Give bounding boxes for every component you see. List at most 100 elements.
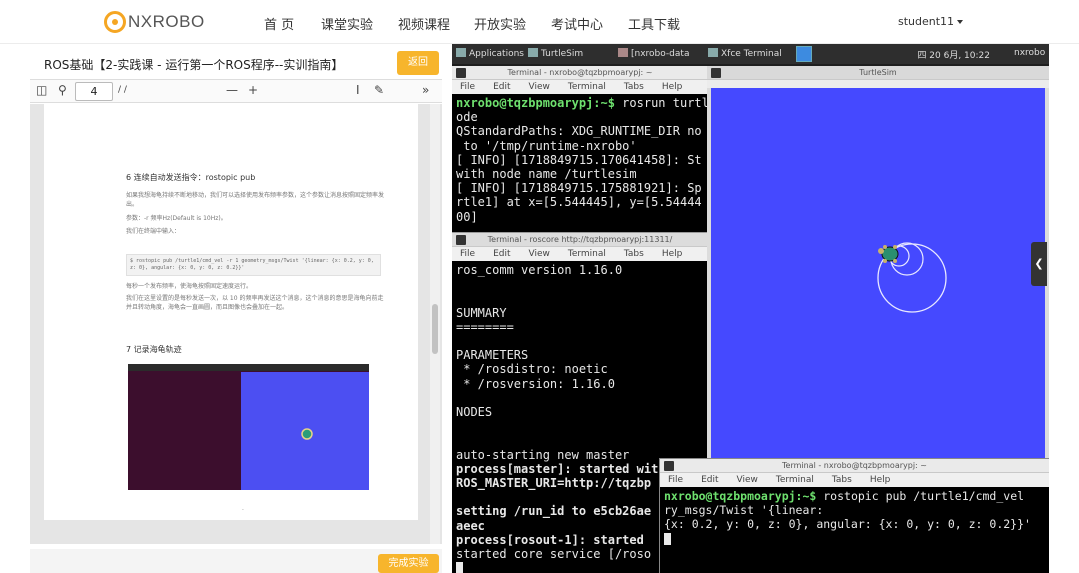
- collapse-left-arrow-icon[interactable]: ❮: [1031, 242, 1047, 286]
- applications-menu[interactable]: Applications: [456, 48, 524, 59]
- doc-screenshot-turtlesim: [241, 372, 369, 490]
- terminal-menubar: File Edit View Terminal Tabs Help: [660, 473, 1049, 487]
- menu-edit[interactable]: Edit: [701, 475, 718, 485]
- page-number-input[interactable]: 4: [75, 82, 113, 101]
- menu-tabs[interactable]: Tabs: [624, 249, 644, 259]
- menu-help[interactable]: Help: [662, 249, 683, 259]
- pen-icon[interactable]: ✎: [374, 83, 384, 97]
- turtle-icon: [878, 245, 899, 263]
- menu-edit[interactable]: Edit: [493, 249, 510, 259]
- terminal-window-rosrun[interactable]: Terminal - nxrobo@tqzbpmoarypj: ~ File Ed…: [452, 66, 708, 234]
- nav-exam-center[interactable]: 考试中心: [551, 14, 603, 33]
- window-titlebar[interactable]: Terminal - roscore http://tqzbpmoarypj:1…: [452, 233, 708, 247]
- menu-terminal[interactable]: Terminal: [568, 249, 606, 259]
- output-line: [ INFO] [1718849715.175881921]: Sp: [456, 181, 702, 196]
- output-line: with node name /turtlesim: [456, 167, 637, 182]
- panel-clock: 四 20 6月, 10:22: [917, 51, 990, 61]
- output-line: * /rosversion: 1.16.0: [456, 376, 615, 391]
- finish-experiment-button[interactable]: 完成实验: [378, 554, 439, 573]
- terminal-output[interactable]: nxrobo@tqzbpmoarypj:~$ rosrun turtl ode …: [452, 94, 708, 234]
- output-line: ROS_MASTER_URI=http://tqzbp: [456, 476, 652, 491]
- output-line: auto-starting new master: [456, 447, 630, 462]
- nav-class-experiments[interactable]: 课堂实验: [321, 14, 373, 33]
- pdf-toolbar: ◫ ⚲ 4 / / — + I ✎ »: [30, 79, 442, 103]
- terminal-output[interactable]: nxrobo@tqzbpmoarypj:~$ rostopic pub /tur…: [660, 487, 1049, 573]
- output-line: ========: [456, 319, 514, 334]
- output-line: {x: 0.2, y: 0, z: 0}, angular: {x: 0, y:…: [664, 517, 1031, 532]
- output-line: aeec: [456, 518, 485, 533]
- output-line: started core service [/roso: [456, 547, 652, 562]
- screen: NXROBO 首 页 课堂实验 视频课程 开放实验 考试中心 工具下载 stud…: [0, 0, 1079, 573]
- menu-view[interactable]: View: [529, 82, 550, 92]
- zoom-out-button[interactable]: —: [226, 83, 238, 97]
- menu-edit[interactable]: Edit: [493, 82, 510, 92]
- shell-prompt: nxrobo@tqzbpmoarypj:~$: [664, 489, 817, 503]
- menu-help[interactable]: Help: [662, 82, 683, 92]
- doc-paragraph: 每秒一个发布频率，使海龟按照固定速度运行。: [126, 283, 253, 290]
- pdf-scroll-thumb[interactable]: [432, 304, 438, 354]
- back-button[interactable]: 返回: [397, 51, 439, 75]
- page-total: / /: [118, 85, 127, 95]
- output-line: to '/tmp/runtime-nxrobo': [456, 138, 637, 153]
- terminal-icon: [456, 235, 466, 245]
- output-line: PARAMETERS: [456, 348, 529, 363]
- output-line: ry_msgs/Twist '{linear:: [664, 503, 824, 518]
- text-cursor-icon[interactable]: I: [356, 83, 360, 97]
- folder-icon: [618, 48, 628, 57]
- nav-video-courses[interactable]: 视频课程: [398, 14, 450, 33]
- logo[interactable]: NXROBO: [104, 10, 205, 34]
- window-titlebar[interactable]: Terminal - nxrobo@tqzbpmoarypj: ~: [660, 459, 1049, 473]
- menu-file[interactable]: File: [668, 475, 683, 485]
- menu-view[interactable]: View: [737, 475, 758, 485]
- terminal-icon: [664, 461, 674, 471]
- menu-terminal[interactable]: Terminal: [776, 475, 814, 485]
- workspace-switcher[interactable]: [796, 46, 812, 62]
- menu-help[interactable]: Help: [870, 475, 891, 485]
- output-line: * /rosdistro: noetic: [456, 362, 608, 377]
- doc-paragraph: 我们在终端中输入：: [126, 228, 181, 235]
- menu-tabs[interactable]: Tabs: [624, 82, 644, 92]
- xfce-panel: Applications TurtleSim [nxrobo-data Xfce…: [452, 44, 1049, 64]
- menu-view[interactable]: View: [529, 249, 550, 259]
- output-line: ode: [456, 110, 478, 125]
- sidebar-toggle-icon[interactable]: ◫: [36, 83, 47, 97]
- terminal-icon: [456, 68, 466, 78]
- doc-paragraph: 如果我想海龟持续不断地移动，我们可以选择使用发布频率参数，这个参数让消息按照固定…: [126, 192, 385, 208]
- menu-file[interactable]: File: [460, 82, 475, 92]
- user-menu[interactable]: student11: [898, 15, 964, 28]
- pdf-viewport[interactable]: 6 连续自动发送指令：rostopic pub 如果我想海龟持续不断地移动，我们…: [30, 104, 442, 544]
- search-icon[interactable]: ⚲: [58, 83, 67, 97]
- turtlesim-window[interactable]: TurtleSim: [707, 66, 1049, 458]
- menu-tabs[interactable]: Tabs: [832, 475, 852, 485]
- turtle-icon: [301, 428, 313, 440]
- task-turtlesim[interactable]: TurtleSim: [528, 48, 583, 59]
- task-terminal[interactable]: Xfce Terminal: [708, 48, 782, 59]
- logo-text: NXROBO: [128, 12, 205, 31]
- turtlesim-canvas: [711, 88, 1045, 458]
- doc-paragraph: 我们在这里设置的是每秒发送一次，以 10 的频率再发送这个消息，这个消息的意思是…: [126, 295, 384, 311]
- top-navbar: NXROBO 首 页 课堂实验 视频课程 开放实验 考试中心 工具下载 stud…: [0, 0, 1079, 44]
- zoom-in-button[interactable]: +: [248, 83, 258, 97]
- pdf-scrollbar[interactable]: [430, 104, 440, 544]
- nav-open-experiments[interactable]: 开放实验: [474, 14, 526, 33]
- remote-desktop[interactable]: Applications TurtleSim [nxrobo-data Xfce…: [452, 44, 1049, 573]
- terminal-window-rostopic[interactable]: Terminal - nxrobo@tqzbpmoarypj: ~ File Ed…: [659, 458, 1049, 573]
- window-titlebar[interactable]: TurtleSim: [707, 66, 1049, 80]
- task-file-manager[interactable]: [nxrobo-data: [618, 48, 689, 59]
- course-title: ROS基础【2-实践课 - 运行第一个ROS程序--实训指南】: [44, 58, 344, 72]
- terminal-cursor: [456, 562, 463, 573]
- terminal-menubar: File Edit View Terminal Tabs Help: [452, 80, 708, 94]
- output-line: rtle1] at x=[5.544445], y=[5.54444: [456, 195, 702, 210]
- doc-dot: ·: [242, 507, 244, 514]
- output-line: process[master]: started with: [456, 461, 666, 476]
- output-line: process[rosout-1]: started: [456, 532, 644, 547]
- page-right-margin: [1049, 44, 1079, 573]
- menu-terminal[interactable]: Terminal: [568, 82, 606, 92]
- output-line: NODES: [456, 405, 493, 420]
- nav-tool-download[interactable]: 工具下载: [628, 14, 680, 33]
- menu-file[interactable]: File: [460, 249, 475, 259]
- window-titlebar[interactable]: Terminal - nxrobo@tqzbpmoarypj: ~: [452, 66, 708, 80]
- nav-home[interactable]: 首 页: [264, 14, 294, 33]
- collapse-icon[interactable]: »: [422, 83, 429, 97]
- window-icon: [528, 48, 538, 57]
